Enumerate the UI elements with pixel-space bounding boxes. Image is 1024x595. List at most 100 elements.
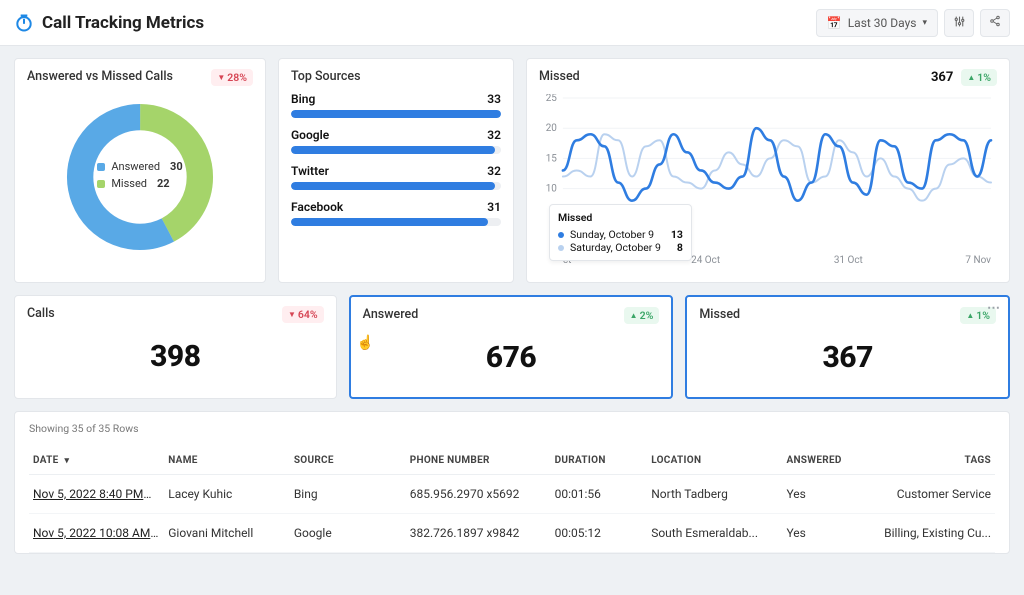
top-bar-right: 📅 Last 30 Days ▾ [816,9,1010,37]
legend-item-missed: Missed 22 [97,177,182,190]
svg-text:10: 10 [546,184,558,195]
page-title: Call Tracking Metrics [42,13,204,33]
cell-location: South Esmeraldab... [647,514,782,553]
source-label: Bing [291,92,315,106]
metric-card-answered[interactable]: Answered ▲2% 676☝ [349,295,674,399]
table-row[interactable]: Nov 5, 2022 8:40 PM🎧Lacey KuhicBing685.9… [29,475,995,514]
metric-value: 676 [363,340,660,375]
metric-card-missed[interactable]: ⋯Missed▲1%367 [685,295,1010,399]
card-top-sources: Top Sources Bing 33 Google 32 Twitter 32 Faceb… [278,58,514,283]
source-bar [291,146,501,154]
share-icon [989,15,1001,30]
row-1: Answered vs Missed Calls ▼28% Answered 3… [14,58,1010,283]
cell-answered: Yes [782,514,879,553]
series-color-dot [558,245,564,251]
card-title: Answered vs Missed Calls [27,69,173,84]
source-bar [291,182,501,190]
top-bar-left: Call Tracking Metrics [14,13,204,33]
source-value: 32 [487,164,501,178]
source-bar-fill [291,146,495,154]
cell-answered: Yes [782,475,879,514]
calendar-icon: 📅 [827,16,842,30]
svg-text:7 Nov: 7 Nov [965,255,991,266]
svg-text:31 Oct: 31 Oct [834,255,863,266]
row-2: Calls▼64%398Answered▲2%676☝⋯Missed▲1%367 [14,295,1010,399]
cell-name: Lacey Kuhic [164,475,290,514]
source-bar-fill [291,218,488,226]
sources-list: Bing 33 Google 32 Twitter 32 Facebook 31 [291,92,501,226]
delta-badge: ▼64% [282,306,324,323]
source-value: 32 [487,128,501,142]
top-bar: Call Tracking Metrics 📅 Last 30 Days ▾ [0,0,1024,46]
cell-date[interactable]: Nov 5, 2022 10:08 AM🎧 [29,514,164,553]
caret-icon: ▲ [630,311,638,320]
source-bar [291,218,501,226]
card-menu-button[interactable]: ⋯ [987,301,1000,316]
delta-badge: ▲2% [624,307,660,324]
caret-icon: ▲ [966,311,974,320]
chevron-down-icon: ▾ [922,18,927,28]
svg-text:24 Oct: 24 Oct [691,255,720,266]
cell-date[interactable]: Nov 5, 2022 8:40 PM🎧 [29,475,164,514]
table-row[interactable]: Nov 5, 2022 10:08 AM🎧Giovani MitchellGoo… [29,514,995,553]
date-range-button[interactable]: 📅 Last 30 Days ▾ [816,9,938,37]
brand-logo-icon [14,13,34,33]
card-answered-vs-missed: Answered vs Missed Calls ▼28% Answered 3… [14,58,266,283]
cell-phone: 685.956.2970 x5692 [406,475,551,514]
delta-badge: ▲1% [961,69,997,86]
rows-summary: Showing 35 of 35 Rows [29,422,995,435]
donut-chart: Answered 30 Missed 22 [27,92,253,262]
legend-color-swatch [97,180,105,188]
source-value: 31 [487,200,501,214]
metric-title: Calls [27,306,55,321]
card-missed-trend: Missed 367 ▲1% 10152025ct24 Oct31 Oct7 N… [526,58,1010,283]
metric-title: Answered [363,307,419,322]
col-name[interactable]: NAME [164,447,290,475]
donut-legend: Answered 30 Missed 22 [97,160,182,194]
missed-line-chart: 10152025ct24 Oct31 Oct7 Nov Missed Sunda… [539,94,997,269]
source-item: Facebook 31 [291,200,501,226]
caret-icon: ▼ [288,310,296,319]
source-bar-fill [291,110,501,118]
cell-name: Giovani Mitchell [164,514,290,553]
source-label: Google [291,128,329,142]
tooltip-row: Saturday, October 9 8 [558,241,683,254]
source-label: Facebook [291,200,343,214]
page-content: Answered vs Missed Calls ▼28% Answered 3… [0,46,1024,570]
calls-table: DATE▾ NAME SOURCE PHONE NUMBER DURATION … [29,447,995,553]
share-button[interactable] [980,9,1010,37]
source-label: Twitter [291,164,329,178]
sort-desc-icon: ▾ [65,456,70,466]
col-duration[interactable]: DURATION [551,447,648,475]
legend-color-swatch [97,163,105,171]
card-title: Top Sources [291,69,501,84]
svg-text:15: 15 [546,153,558,164]
source-bar [291,110,501,118]
col-phone[interactable]: PHONE NUMBER [406,447,551,475]
metric-value: 367 [699,340,996,375]
metric-title: Missed [699,307,740,322]
chart-tooltip: Missed Sunday, October 9 13 Saturday, Oc… [549,204,692,261]
cell-duration: 00:01:56 [551,475,648,514]
card-title: Missed [539,69,580,84]
col-answered[interactable]: ANSWERED [782,447,879,475]
col-source[interactable]: SOURCE [290,447,406,475]
col-date[interactable]: DATE▾ [29,447,164,475]
pointer-cursor-icon: ☝ [357,335,374,351]
metric-card-calls[interactable]: Calls▼64%398 [14,295,337,399]
delta-badge: ▼28% [211,69,253,86]
col-location[interactable]: LOCATION [647,447,782,475]
svg-text:20: 20 [546,123,558,134]
cell-tags: Customer Service [879,475,995,514]
col-tags[interactable]: TAGS [879,447,995,475]
card-call-table: Showing 35 of 35 Rows DATE▾ NAME SOURCE … [14,411,1010,554]
cell-duration: 00:05:12 [551,514,648,553]
cell-tags: Billing, Existing Cu... [879,514,995,553]
source-item: Google 32 [291,128,501,154]
cell-location: North Tadberg [647,475,782,514]
svg-text:25: 25 [546,94,558,104]
source-item: Twitter 32 [291,164,501,190]
sliders-icon [953,15,966,31]
source-value: 33 [487,92,501,106]
settings-button[interactable] [944,9,974,37]
